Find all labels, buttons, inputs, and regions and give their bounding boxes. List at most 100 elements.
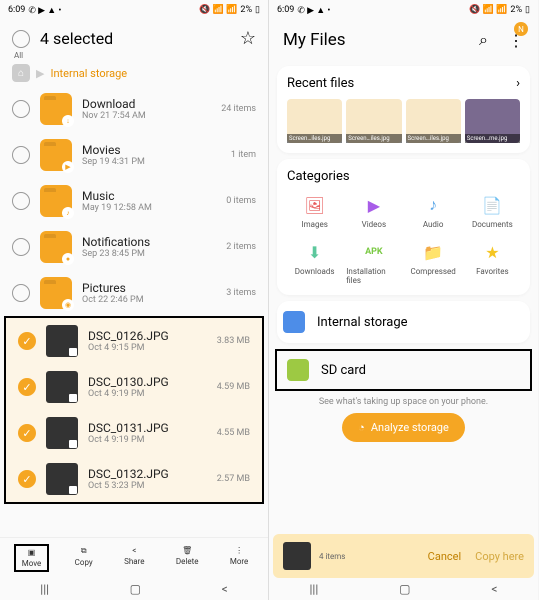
selection-count: 4 selected [40, 29, 230, 48]
checkbox[interactable] [12, 238, 30, 256]
recent-thumb[interactable]: Screen…me.jpg [465, 99, 520, 143]
category-icon: 🖼 [304, 194, 326, 216]
file-row[interactable]: ✓ DSC_0131.JPGOct 4 9:19 PM 4.55 MB [6, 410, 262, 456]
category-label: Images [301, 220, 327, 229]
checked-icon[interactable]: ✓ [18, 378, 36, 396]
copy-button[interactable]: ⧉Copy [69, 544, 99, 572]
image-thumb [46, 417, 78, 449]
status-bar: 6:09 ✆ ▶ ▲ • 🔇 📶 📶 2% ▯ [0, 0, 268, 20]
folder-row[interactable]: ◉ PicturesOct 22 2:46 PM 3 items [0, 270, 268, 316]
category-icon: ★ [481, 241, 503, 263]
category-images[interactable]: 🖼 Images [287, 194, 342, 229]
delete-button[interactable]: 🗑Delete [170, 544, 205, 572]
search-icon[interactable]: ⌕ [479, 30, 488, 50]
folder-row[interactable]: ↓ DownloadNov 21 7:54 AM 24 items [0, 86, 268, 132]
file-row[interactable]: ✓ DSC_0126.JPGOct 4 9:15 PM 3.83 MB [6, 318, 262, 364]
category-documents[interactable]: 📄 Documents [465, 194, 520, 229]
my-files-header: My Files ⌕ ⋮ [269, 20, 538, 60]
folder-row[interactable]: ▶ MoviesSep 19 4:31 PM 1 item [0, 132, 268, 178]
breadcrumb-label: Internal storage [50, 67, 127, 80]
home-icon[interactable]: ⌂ [12, 64, 30, 82]
folder-row[interactable]: ♪ MusicMay 19 12:58 AM 0 items [0, 178, 268, 224]
action-bar: ▣Move ⧉Copy <Share 🗑Delete ⋮More [0, 537, 268, 578]
analyze-hint: See what's taking up space on your phone… [275, 397, 532, 407]
folder-icon: ◉ [40, 277, 72, 309]
share-button[interactable]: <Share [118, 544, 150, 572]
checkbox[interactable] [12, 284, 30, 302]
time: 6:09 [277, 5, 294, 15]
sd-card-icon [287, 359, 309, 381]
category-videos[interactable]: ▶ Videos [346, 194, 401, 229]
category-icon: APK [363, 241, 385, 263]
category-icon: ▶ [363, 194, 385, 216]
category-label: Installation files [346, 267, 401, 285]
checked-icon[interactable]: ✓ [18, 332, 36, 350]
file-row[interactable]: ✓ DSC_0132.JPGOct 5 3:23 PM 2.57 MB [6, 456, 262, 502]
image-thumb [46, 325, 78, 357]
pie-icon: ◔ [358, 421, 365, 434]
breadcrumb[interactable]: ⌂ ▶ Internal storage [0, 60, 268, 86]
recent-thumb[interactable]: Screen…iles.jpg [406, 99, 461, 143]
category-label: Favorites [476, 267, 509, 276]
recent-files-card: Recent files › Screen…iles.jpgScreen…ile… [277, 66, 530, 153]
storage-label: SD card [321, 363, 366, 378]
back-nav-icon[interactable]: < [491, 582, 497, 596]
internal-storage-icon [283, 311, 305, 333]
category-icon: ⬇ [304, 241, 326, 263]
notification-badge: N [514, 22, 528, 36]
home-nav-icon[interactable]: ▢ [130, 582, 141, 596]
home-nav-icon[interactable]: ▢ [399, 582, 410, 596]
checked-icon[interactable]: ✓ [18, 424, 36, 442]
cancel-button[interactable]: Cancel [428, 550, 461, 563]
move-button[interactable]: ▣Move [14, 544, 50, 572]
internal-storage-item[interactable]: Internal storage [277, 301, 530, 343]
file-row[interactable]: ✓ DSC_0130.JPGOct 4 9:19 PM 4.59 MB [6, 364, 262, 410]
category-icon: 📁 [422, 241, 444, 263]
image-thumb [46, 463, 78, 495]
categories-card: Categories 🖼 Images ▶ Videos ♪ Audio 📄 D… [277, 159, 530, 295]
copy-here-button[interactable]: Copy here [475, 550, 524, 563]
storage-label: Internal storage [317, 315, 408, 330]
categories-title: Categories [287, 169, 520, 184]
sd-card-item[interactable]: SD card [275, 349, 532, 391]
favorite-icon[interactable]: ☆ [240, 28, 256, 49]
folder-icon: ↓ [40, 93, 72, 125]
back-nav-icon[interactable]: < [222, 582, 228, 596]
all-label: All [14, 51, 268, 60]
copy-count: 4 items [319, 552, 420, 561]
recent-thumb[interactable]: Screen…iles.jpg [346, 99, 401, 143]
battery: 2% [510, 5, 522, 15]
chevron-right-icon[interactable]: › [516, 76, 520, 91]
recent-apps-icon[interactable]: ||| [309, 582, 318, 596]
category-icon: ♪ [422, 194, 444, 216]
time: 6:09 [8, 5, 25, 15]
checkbox[interactable] [12, 146, 30, 164]
category-label: Downloads [295, 267, 335, 276]
category-label: Compressed [411, 267, 456, 276]
category-downloads[interactable]: ⬇ Downloads [287, 241, 342, 285]
category-icon: 📄 [481, 194, 503, 216]
phone-left: 6:09 ✆ ▶ ▲ • 🔇 📶 📶 2% ▯ 4 selected ☆ All… [0, 0, 269, 600]
folder-icon: ♪ [40, 185, 72, 217]
phone-right: 6:09 ✆ ▶ ▲ • 🔇 📶 📶 2% ▯ My Files ⌕ ⋮ N R… [269, 0, 538, 600]
category-compressed[interactable]: 📁 Compressed [406, 241, 461, 285]
folder-row[interactable]: ● NotificationsSep 23 8:45 PM 2 items [0, 224, 268, 270]
category-favorites[interactable]: ★ Favorites [465, 241, 520, 285]
folder-icon: ▶ [40, 139, 72, 171]
analyze-section: See what's taking up space on your phone… [269, 391, 538, 448]
checked-icon[interactable]: ✓ [18, 470, 36, 488]
checkbox[interactable] [12, 100, 30, 118]
category-installation-files[interactable]: APK Installation files [346, 241, 401, 285]
recent-apps-icon[interactable]: ||| [40, 582, 49, 596]
category-audio[interactable]: ♪ Audio [406, 194, 461, 229]
page-title: My Files [283, 30, 469, 50]
storage-card: Internal storage [277, 301, 530, 343]
recent-title: Recent files [287, 76, 354, 91]
more-button[interactable]: ⋮More [224, 544, 254, 572]
select-all-checkbox[interactable] [12, 30, 30, 48]
copy-thumb [283, 542, 311, 570]
category-label: Audio [423, 220, 444, 229]
analyze-button[interactable]: ◔ Analyze storage [342, 413, 465, 442]
checkbox[interactable] [12, 192, 30, 210]
recent-thumb[interactable]: Screen…iles.jpg [287, 99, 342, 143]
